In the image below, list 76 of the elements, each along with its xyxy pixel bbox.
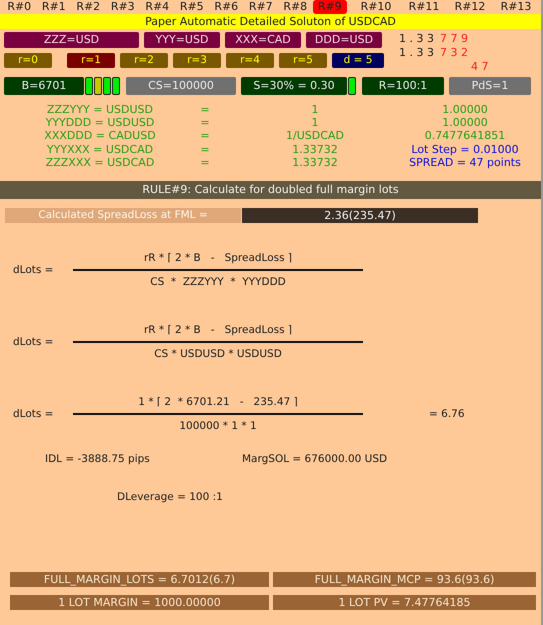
price-digits: 7 3 2 <box>440 46 468 60</box>
numerator: rR * ⌈ 2 * B - SpreadLoss ⌉ <box>144 323 292 338</box>
denominator: CS * USDUSD * USDUSD <box>154 347 282 362</box>
currency-button[interactable]: YYY=USD <box>144 32 220 48</box>
pair-formula: 1/USDCAD <box>285 129 345 143</box>
tab[interactable]: R#8 <box>278 0 312 14</box>
summary-bar: FULL_MARGIN_MCP = 93.6(93.6) <box>273 572 536 588</box>
info-text: SPREAD = 47 points <box>408 156 522 170</box>
formula-label: dLots = <box>12 264 54 276</box>
indicator-button[interactable]: CS=100000 <box>126 77 236 95</box>
pair-value: 1.00000 <box>441 116 489 130</box>
summary-bar: FULL_MARGIN_LOTS = 6.7012(6.7) <box>10 572 269 588</box>
ratio-button[interactable]: r=2 <box>120 53 168 68</box>
tab[interactable]: R#7 <box>244 0 278 14</box>
tab[interactable]: R#6 <box>209 0 244 14</box>
ratio-button[interactable]: d = 5 <box>332 53 384 68</box>
tab[interactable]: R#12 <box>447 0 493 14</box>
margsol-text: MargSOL = 676000.00 USD <box>242 453 388 466</box>
tab[interactable]: R#5 <box>174 0 209 14</box>
indicator-button[interactable]: PdS=1 <box>449 77 531 95</box>
indicator-button[interactable]: B=6701 <box>4 77 84 95</box>
dleverage-text: DLeverage = 100 :1 <box>117 491 223 504</box>
spreadloss-label: Calculated SpreadLoss at FML = <box>5 208 241 224</box>
equals-sign: = <box>199 156 211 170</box>
indicator-button[interactable]: R=100:1 <box>362 77 444 95</box>
tab[interactable]: R#2 <box>71 0 106 14</box>
price-digits: 7 7 9 <box>440 32 468 46</box>
pair-formula: 1 <box>310 116 320 130</box>
pair-value: 0.7477641851 <box>424 129 506 143</box>
equals-sign: = <box>199 103 211 116</box>
currency-button[interactable]: DDD=USD <box>306 32 382 48</box>
title-bar: Paper Automatic Detailed Soluton of USDCAD <box>0 14 541 29</box>
ratio-button[interactable]: r=1 <box>67 53 115 68</box>
info-text: Lot Step = 0.01000 <box>410 142 520 156</box>
equals-sign: = <box>199 142 211 156</box>
pair-formula: 1 <box>310 103 320 116</box>
pair-formula: 1.33732 <box>291 142 339 156</box>
pair-name: XXXDDD = CADUSD <box>43 129 157 143</box>
spread-digits: 4 7 <box>471 60 488 74</box>
ratio-button[interactable]: r=0 <box>4 53 52 68</box>
formula-label: dLots = <box>12 336 54 348</box>
formula-result: = 6.76 <box>429 408 465 420</box>
ratio-button[interactable]: r=4 <box>226 53 274 68</box>
numerator: rR * ⌈ 2 * B - SpreadLoss ⌉ <box>144 251 292 266</box>
denominator: 100000 * 1 * 1 <box>179 419 257 434</box>
spreadloss-value: 2.36(235.47) <box>242 208 478 224</box>
currency-button[interactable]: XXX=CAD <box>225 32 301 48</box>
ratio-button[interactable]: r=5 <box>279 53 327 68</box>
idl-text: IDL = -3888.75 pips <box>45 453 151 466</box>
tab[interactable]: R#0 <box>2 0 36 14</box>
tab[interactable]: R#13 <box>493 0 539 14</box>
summary-bar: 1 LOT MARGIN = 1000.00000 <box>10 595 269 610</box>
tab[interactable]: R#1 <box>36 0 71 14</box>
tab[interactable]: R#11 <box>401 0 447 14</box>
pair-name: YYYDDD = USDUSD <box>44 116 156 130</box>
pair-formula: 1.33732 <box>291 156 339 170</box>
denominator: CS * ZZZYYY * YYYDDD <box>150 275 286 290</box>
equals-sign: = <box>199 129 211 143</box>
price-digits: 1 . 3 3 <box>399 32 434 46</box>
tab[interactable]: R#3 <box>106 0 140 14</box>
indicator-button[interactable]: S=30% = 0.30 <box>241 77 347 95</box>
tab[interactable]: R#4 <box>140 0 174 14</box>
currency-button[interactable]: ZZZ=USD <box>4 32 139 48</box>
pair-name: ZZZXXX = USDCAD <box>44 156 156 170</box>
tab[interactable]: R#9 <box>312 0 347 14</box>
price-digits: 1 . 3 3 <box>399 46 434 60</box>
ratio-button[interactable]: r=3 <box>173 53 221 68</box>
formula-label: dLots = <box>12 408 54 420</box>
pair-value: 1.00000 <box>441 103 489 116</box>
numerator: 1 * ⌈ 2 * 6701.21 - 235.47 ⌉ <box>138 395 298 410</box>
summary-bar: 1 LOT PV = 7.47764185 <box>273 595 536 610</box>
equals-sign: = <box>199 116 211 130</box>
pair-name: ZZZYYY = USDUSD <box>46 103 154 116</box>
rule-banner: RULE#9: Calculate for doubled full margin lots <box>0 181 541 200</box>
tab[interactable]: R#10 <box>351 0 401 14</box>
pair-name: YYYXXX = USDCAD <box>46 142 154 156</box>
